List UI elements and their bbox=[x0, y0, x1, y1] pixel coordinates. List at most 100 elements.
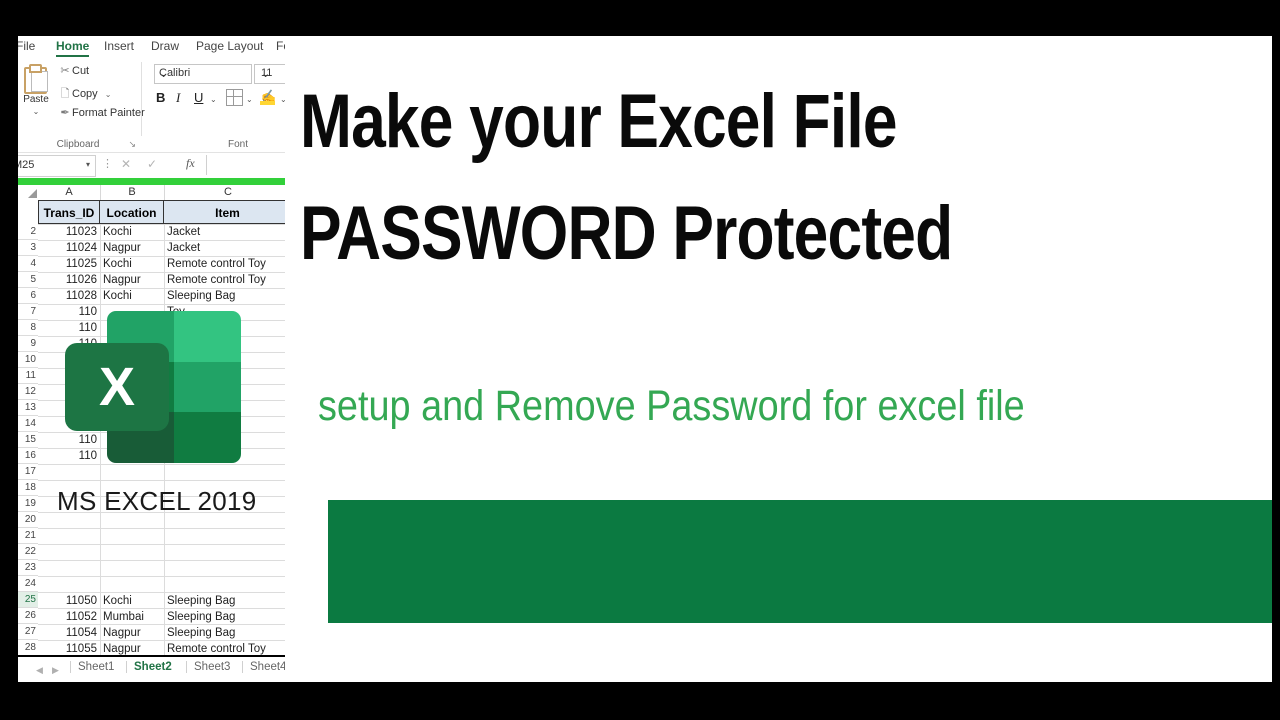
column-header-A[interactable]: A bbox=[38, 185, 101, 200]
ribbon-tab-draw[interactable]: Draw bbox=[151, 39, 179, 53]
copy-button[interactable]: 🗋 Copy ⌄ bbox=[58, 85, 112, 104]
row-header-22[interactable]: 22 bbox=[16, 544, 38, 560]
cancel-icon[interactable]: ✕ bbox=[121, 157, 131, 171]
ribbon-tab-file[interactable]: File bbox=[16, 39, 35, 53]
clipboard-icon bbox=[24, 64, 48, 94]
table-cell[interactable]: 11028 bbox=[38, 288, 100, 304]
video-thumbnail: File Home Insert Draw Page Layout Fo Paste ⌄ … bbox=[0, 0, 1280, 720]
sheet-tab-sheet1[interactable]: Sheet1 bbox=[70, 661, 121, 673]
table-cell[interactable]: Sleeping Bag bbox=[164, 593, 292, 609]
row-header-21[interactable]: 21 bbox=[16, 528, 38, 544]
table-cell[interactable]: Sleeping Bag bbox=[164, 288, 292, 304]
italic-button[interactable]: I bbox=[176, 90, 180, 106]
row-header-8[interactable]: 8 bbox=[16, 320, 38, 336]
borders-button[interactable] bbox=[226, 89, 243, 109]
table-cell[interactable]: 11023 bbox=[38, 224, 100, 240]
row-header-5[interactable]: 5 bbox=[16, 272, 38, 288]
row-header-9[interactable]: 9 bbox=[16, 336, 38, 352]
row-header-15[interactable]: 15 bbox=[16, 432, 38, 448]
confirm-icon[interactable]: ✓ bbox=[147, 157, 157, 171]
paste-button[interactable]: Paste ⌄ bbox=[16, 62, 56, 128]
table-cell[interactable]: Nagpur bbox=[100, 240, 164, 256]
underline-button[interactable]: U bbox=[194, 90, 203, 105]
row-header-2[interactable]: 2 bbox=[16, 224, 38, 240]
row-header-24[interactable]: 24 bbox=[16, 576, 38, 592]
table-cell[interactable]: Nagpur bbox=[100, 272, 164, 288]
table-cell[interactable]: 11026 bbox=[38, 272, 100, 288]
row-header-column: 2 3 4 5 6 7 8 9 10 11 12 13 14 15 16 17 18 19 20 21 22 23 24 25… bbox=[16, 200, 38, 657]
fill-color-button[interactable]: ✍ bbox=[260, 89, 276, 108]
row-header-6[interactable]: 6 bbox=[16, 288, 38, 304]
table-cell[interactable]: Remote control Toy bbox=[164, 256, 292, 272]
table-cell[interactable]: Remote control Toy bbox=[164, 272, 292, 288]
chevron-down-icon[interactable]: ⌄ bbox=[159, 67, 248, 80]
name-box[interactable]: M25 ▾ bbox=[8, 155, 96, 177]
row-header-10[interactable]: 10 bbox=[16, 352, 38, 368]
formula-bar-handle[interactable]: ⋮ bbox=[102, 157, 113, 170]
nav-next-icon[interactable]: ▶ bbox=[52, 665, 59, 676]
paintbrush-icon: ✒ bbox=[60, 107, 70, 119]
row-header-19[interactable]: 19 bbox=[16, 496, 38, 512]
sheet-tab-sheet3[interactable]: Sheet3 bbox=[186, 661, 237, 673]
row-header-18[interactable]: 18 bbox=[16, 480, 38, 496]
table-cell[interactable]: 11024 bbox=[38, 240, 100, 256]
row-header-28[interactable]: 28 bbox=[16, 640, 38, 656]
row-header-7[interactable]: 7 bbox=[16, 304, 38, 320]
table-cell[interactable]: 11054 bbox=[38, 625, 100, 641]
table-cell[interactable]: Kochi bbox=[100, 288, 164, 304]
table-cell[interactable]: Jacket bbox=[164, 224, 292, 240]
row-header-25[interactable]: 25 bbox=[16, 592, 38, 608]
ribbon-tab-insert[interactable]: Insert bbox=[104, 39, 134, 53]
table-cell[interactable]: Sleeping Bag bbox=[164, 609, 292, 625]
row-header-11[interactable]: 11 bbox=[16, 368, 38, 384]
column-header-B[interactable]: B bbox=[100, 185, 165, 200]
clipboard-group-label: Clipboard bbox=[56, 139, 100, 150]
borders-caret-icon[interactable]: ⌄ bbox=[246, 95, 253, 104]
chevron-down-icon[interactable]: ▾ bbox=[86, 160, 90, 169]
font-name-select[interactable]: Calibri ⌄ bbox=[154, 64, 252, 84]
select-all-corner[interactable] bbox=[16, 185, 38, 200]
table-cell[interactable]: Sleeping Bag bbox=[164, 625, 292, 641]
table-cell[interactable]: Kochi bbox=[100, 593, 164, 609]
table-cell[interactable]: Jacket bbox=[164, 240, 292, 256]
clipboard-dialog-launcher[interactable]: ↘ bbox=[128, 139, 136, 150]
underline-caret-icon[interactable]: ⌄ bbox=[210, 95, 217, 104]
row-header-12[interactable]: 12 bbox=[16, 384, 38, 400]
row-header-4[interactable]: 4 bbox=[16, 256, 38, 272]
row-header-17[interactable]: 17 bbox=[16, 464, 38, 480]
letterbox-bottom bbox=[0, 682, 1280, 720]
format-painter-button[interactable]: ✒ Format Painter bbox=[58, 106, 144, 119]
row-header-13[interactable]: 13 bbox=[16, 400, 38, 416]
row-header-26[interactable]: 26 bbox=[16, 608, 38, 624]
letterbox-left bbox=[0, 0, 8, 720]
ribbon-tab-home[interactable]: Home bbox=[56, 39, 90, 57]
function-icon[interactable]: fx bbox=[186, 156, 195, 171]
copy-label: Copy bbox=[72, 88, 98, 100]
table-cell[interactable]: Mumbai bbox=[100, 609, 164, 625]
letterbox-right bbox=[1272, 0, 1280, 720]
cut-button[interactable]: ✂ Cut bbox=[58, 64, 89, 77]
ms-excel-version-label: MS EXCEL 2019 bbox=[57, 486, 257, 516]
row-header-27[interactable]: 27 bbox=[16, 624, 38, 640]
table-cell[interactable]: Nagpur bbox=[100, 625, 164, 641]
table-cell[interactable]: Kochi bbox=[100, 256, 164, 272]
paste-caret-icon[interactable]: ⌄ bbox=[16, 107, 56, 116]
ribbon-tab-page-layout[interactable]: Page Layout bbox=[196, 39, 263, 53]
table-cell[interactable]: Kochi bbox=[100, 224, 164, 240]
row-header-23[interactable]: 23 bbox=[16, 560, 38, 576]
table-cell[interactable]: 11050 bbox=[38, 593, 100, 609]
sheet-tab-sheet2[interactable]: Sheet2 bbox=[126, 661, 179, 673]
copy-caret-icon[interactable]: ⌄ bbox=[105, 90, 112, 99]
column-header-C[interactable]: C bbox=[164, 185, 293, 200]
table-cell[interactable]: 11025 bbox=[38, 256, 100, 272]
row-header-16[interactable]: 16 bbox=[16, 448, 38, 464]
row-header-14[interactable]: 14 bbox=[16, 416, 38, 432]
row-header-3[interactable]: 3 bbox=[16, 240, 38, 256]
row-header-20[interactable]: 20 bbox=[16, 512, 38, 528]
table-cell[interactable]: 11052 bbox=[38, 609, 100, 625]
table-header-cell: Trans_ID bbox=[38, 200, 100, 224]
nav-prev-icon[interactable]: ◀ bbox=[36, 665, 43, 676]
scissors-icon: ✂ bbox=[60, 65, 70, 77]
cut-label: Cut bbox=[72, 65, 90, 77]
bold-button[interactable]: B bbox=[156, 90, 165, 105]
